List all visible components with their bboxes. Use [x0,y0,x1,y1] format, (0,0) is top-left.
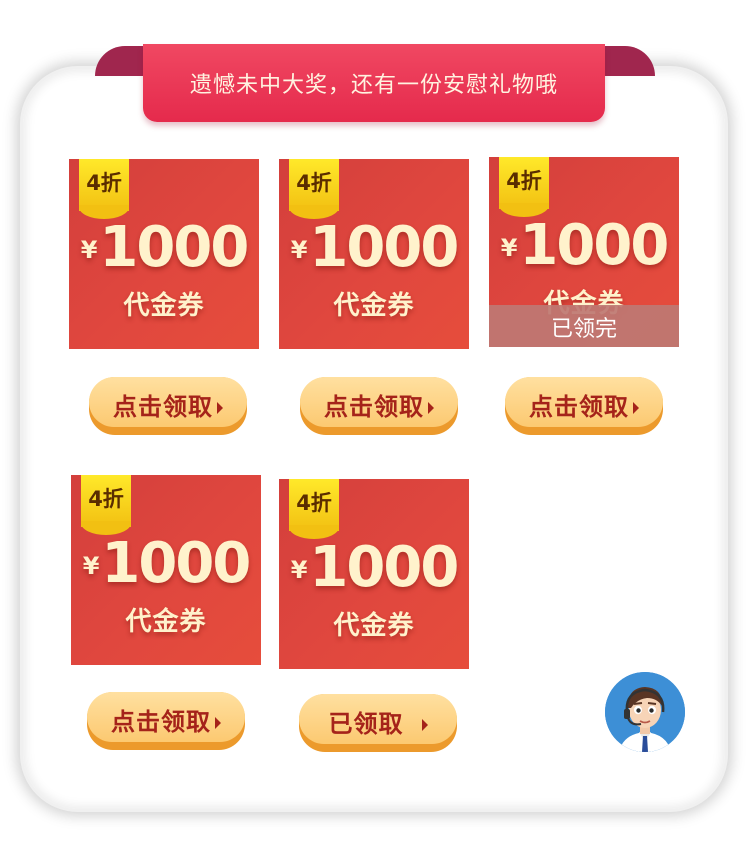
coupon-amount: 1000 [99,215,249,280]
discount-tag-text: 4折 [506,169,542,193]
coupon-card: 4折 ¥1000 代金券 [279,159,469,349]
currency-symbol: ¥ [80,236,98,264]
arrow-right-icon [633,402,639,414]
banner-title: 遗憾未中大奖，还有一份安慰礼物哦 [189,73,558,98]
discount-tag: 4折 [289,479,339,539]
customer-service-avatar-icon[interactable] [605,672,685,752]
coupon-card: 4折 ¥1000 代金券 [279,479,469,669]
claim-button[interactable]: 点击领取 [87,692,245,750]
claim-button-label: 点击领取 [529,393,629,421]
coupon-price: ¥1000 [69,215,259,280]
discount-tag-text: 4折 [88,487,124,511]
arrow-right-icon [217,402,223,414]
sold-out-overlay: 已领完 [489,305,679,347]
coupon-price: ¥1000 [279,215,469,280]
claim-button[interactable]: 点击领取 [300,377,458,435]
coupon-card: 4折 ¥1000 代金券 [69,159,259,349]
coupon-price: ¥1000 [279,535,469,600]
coupon-label: 代金券 [125,607,207,637]
coupon-price: ¥1000 [489,213,679,278]
customer-service-icon [605,672,685,752]
arrow-right-icon [421,719,428,731]
claim-button-label: 点击领取 [111,708,211,736]
currency-symbol: ¥ [290,236,308,264]
discount-tag-text: 4折 [296,491,332,515]
currency-symbol: ¥ [500,234,518,262]
sold-out-text: 已领完 [550,317,617,342]
currency-symbol: ¥ [82,552,100,580]
coupon-label: 代金券 [333,291,415,321]
claimed-button[interactable]: 已领取 [299,694,457,752]
arrow-right-icon [215,717,221,729]
coupon-amount: 1000 [101,531,251,596]
discount-tag: 4折 [79,159,129,219]
discount-tag: 4折 [499,157,549,217]
claim-button-label: 点击领取 [113,393,213,421]
discount-tag-text: 4折 [86,171,122,195]
coupon-amount: 1000 [519,213,669,278]
currency-symbol: ¥ [290,556,308,584]
coupon-card: 4折 ¥1000 代金券 已领完 [489,157,679,347]
coupon-label: 代金券 [333,611,415,641]
discount-tag: 4折 [289,159,339,219]
claim-button[interactable]: 点击领取 [89,377,247,435]
discount-tag-text: 4折 [296,171,332,195]
coupon-price: ¥1000 [71,531,261,596]
header-banner: 遗憾未中大奖，还有一份安慰礼物哦 [143,44,605,122]
coupon-label: 代金券 [123,291,205,321]
claim-button[interactable]: 点击领取 [505,377,663,435]
coupon-amount: 1000 [309,535,459,600]
claim-button-label: 点击领取 [324,393,424,421]
claimed-button-label: 已领取 [328,710,404,738]
coupon-card: 4折 ¥1000 代金券 [71,475,261,665]
coupon-amount: 1000 [309,215,459,280]
discount-tag: 4折 [81,475,131,535]
arrow-right-icon [428,402,434,414]
